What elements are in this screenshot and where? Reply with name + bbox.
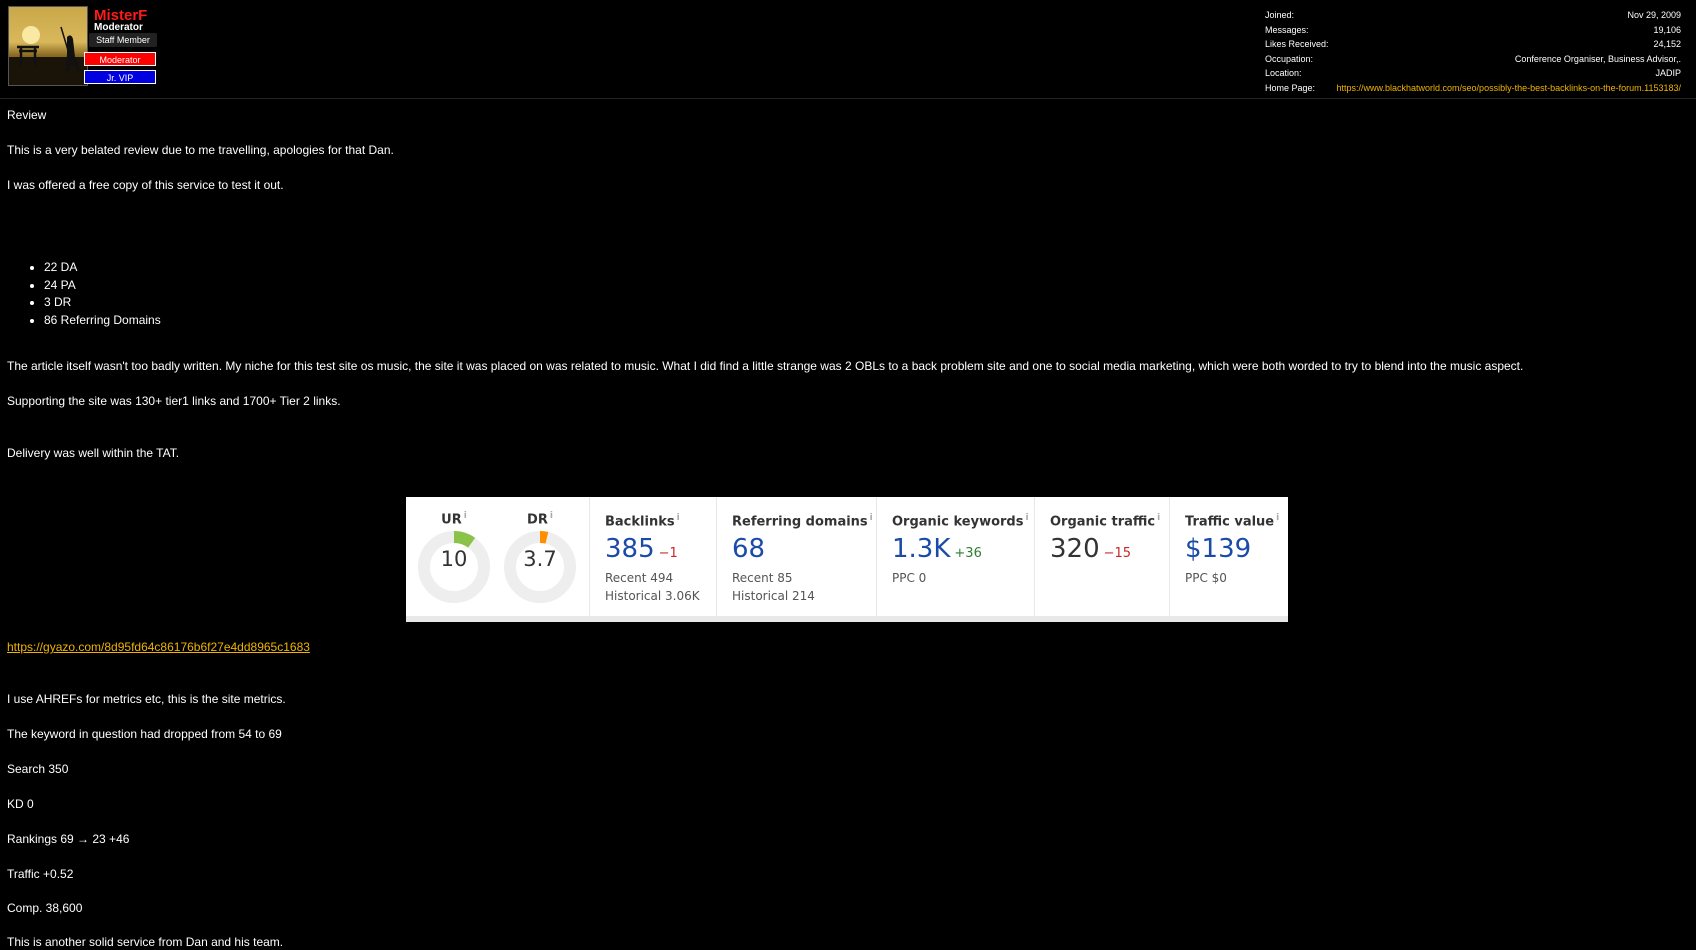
info-icon: i	[1276, 513, 1280, 523]
organic-keywords-ppc: PPC 0	[892, 571, 927, 586]
organic-traffic-metric[interactable]: Organic traffic i 320 −15	[1050, 513, 1160, 564]
jr-vip-badge: Jr. VIP	[84, 70, 156, 84]
stat-location: Location: JADIP	[1265, 66, 1681, 81]
organic-traffic-delta: −15	[1103, 546, 1132, 562]
post-paragraph: Comp. 38,600	[7, 901, 83, 915]
avatar-image-icon	[9, 26, 87, 85]
info-icon: i	[549, 511, 553, 521]
organic-traffic-label: Organic traffic	[1050, 514, 1156, 530]
post-paragraph: The keyword in question had dropped from…	[7, 727, 282, 741]
info-icon: i	[463, 511, 467, 521]
stat-joined: Joined: Nov 29, 2009	[1265, 8, 1681, 23]
info-icon: i	[1157, 513, 1161, 523]
list-item: 3 DR	[44, 294, 161, 312]
post-user-header: MisterF Moderator Staff Member Moderator…	[0, 0, 1696, 99]
home-page-link[interactable]: https://www.blackhatworld.com/seo/possib…	[1337, 81, 1682, 96]
moderator-badge: Moderator	[84, 52, 156, 66]
organic-keywords-metric[interactable]: Organic keywords i 1.3K +36 PPC 0	[892, 513, 1029, 587]
organic-keywords-value[interactable]: 1.3K	[892, 534, 950, 564]
divider	[589, 497, 590, 616]
stat-value[interactable]: JADIP	[1655, 66, 1681, 81]
info-icon: i	[869, 513, 873, 523]
gyazo-link[interactable]: https://gyazo.com/8d95fd64c86176b6f27e4d…	[7, 640, 310, 654]
user-avatar[interactable]	[8, 6, 88, 86]
referring-domains-metric[interactable]: Referring domains i 68 Recent 85 Historic…	[732, 513, 873, 605]
dr-gauge: DR i 3.7	[497, 511, 583, 607]
post-paragraph: Rankings 69 → 23 +46	[7, 832, 130, 846]
post-paragraph: I use AHREFs for metrics etc, this is th…	[7, 692, 286, 706]
list-item: 24 PA	[44, 277, 161, 295]
divider	[716, 497, 717, 616]
divider	[1169, 497, 1170, 616]
stat-value: 24,152	[1653, 39, 1681, 50]
backlinks-metric[interactable]: Backlinks i 385 −1 Recent 494 Historical 3…	[605, 513, 700, 605]
metrics-list: 22 DA 24 PA 3 DR 86 Referring Domains	[7, 259, 161, 329]
referring-domains-historical: Historical 214	[732, 589, 815, 604]
traffic-value-ppc: PPC $0	[1185, 571, 1227, 586]
stat-value: Nov 29, 2009	[1627, 10, 1681, 20]
staff-member-badge: Staff Member	[89, 33, 157, 47]
post-paragraph: This is another solid service from Dan a…	[7, 935, 284, 949]
ahrefs-metrics-screenshot: UR i 10 DR i 3.7 Backlinks i 385 −1 Recent 4…	[406, 497, 1288, 622]
backlinks-delta: −1	[658, 546, 678, 562]
stat-label: Joined:	[1265, 10, 1295, 20]
post-paragraph: Delivery was well within the TAT.	[7, 446, 180, 460]
divider	[876, 497, 877, 616]
backlinks-historical: Historical 3.06K	[605, 589, 700, 604]
stat-occupation: Occupation: Conference Organiser, Busine…	[1265, 52, 1681, 67]
dr-value: 3.7	[523, 547, 557, 571]
organic-keywords-delta: +36	[954, 546, 982, 562]
list-item: 86 Referring Domains	[44, 312, 161, 330]
backlinks-label: Backlinks	[605, 514, 675, 530]
traffic-value-value[interactable]: $139	[1185, 534, 1251, 564]
divider	[1034, 497, 1035, 616]
ur-label: UR i	[441, 511, 467, 528]
post-paragraph: Traffic +0.52	[7, 867, 74, 881]
post-paragraph: Supporting the site was 130+ tier1 links…	[7, 394, 341, 408]
stat-label: Location:	[1265, 68, 1302, 79]
dr-label: DR i	[527, 511, 553, 528]
post-paragraph: KD 0	[7, 797, 34, 811]
ur-value: 10	[440, 547, 468, 571]
post-paragraph: I was offered a free copy of this servic…	[7, 178, 284, 192]
post-paragraph: This is a very belated review due to me …	[7, 143, 394, 157]
traffic-value-label: Traffic value	[1185, 514, 1275, 530]
organic-traffic-value[interactable]: 320	[1050, 534, 1100, 564]
organic-keywords-label: Organic keywords	[892, 514, 1024, 530]
ur-gauge: UR i 10	[411, 511, 497, 607]
stat-label: Messages:	[1265, 24, 1309, 35]
stat-label: Home Page:	[1265, 82, 1316, 93]
referring-domains-recent: Recent 85	[732, 571, 793, 586]
post-paragraph: The article itself wasn't too badly writ…	[7, 359, 1524, 373]
list-item: 22 DA	[44, 259, 161, 277]
referring-domains-value[interactable]: 68	[732, 534, 765, 564]
backlinks-value[interactable]: 385	[605, 534, 655, 564]
user-stats: Joined: Nov 29, 2009 Messages: 19,106 Li…	[1265, 8, 1681, 96]
stat-value: Conference Organiser, Business Advisor,.	[1514, 53, 1681, 64]
stat-label: Occupation:	[1265, 53, 1314, 64]
user-title: Moderator	[94, 22, 143, 33]
info-icon: i	[676, 513, 680, 523]
referring-domains-label: Referring domains	[732, 514, 868, 530]
traffic-value-metric[interactable]: Traffic value i $139 PPC $0	[1185, 513, 1279, 587]
stat-likes: Likes Received: 24,152	[1265, 37, 1681, 52]
stat-value[interactable]: 19,106	[1653, 23, 1681, 38]
stat-label: Likes Received:	[1265, 39, 1329, 50]
gyazo-link-text[interactable]: https://gyazo.com/8d95fd64c86176b6f27e4d…	[7, 640, 310, 654]
stat-messages: Messages: 19,106	[1265, 23, 1681, 38]
post-heading: Review	[7, 108, 47, 122]
post-paragraph: Search 350	[7, 762, 69, 776]
info-icon: i	[1025, 513, 1029, 523]
stat-home-page: Home Page: https://www.blackhatworld.com…	[1265, 81, 1681, 96]
backlinks-recent: Recent 494	[605, 571, 674, 586]
